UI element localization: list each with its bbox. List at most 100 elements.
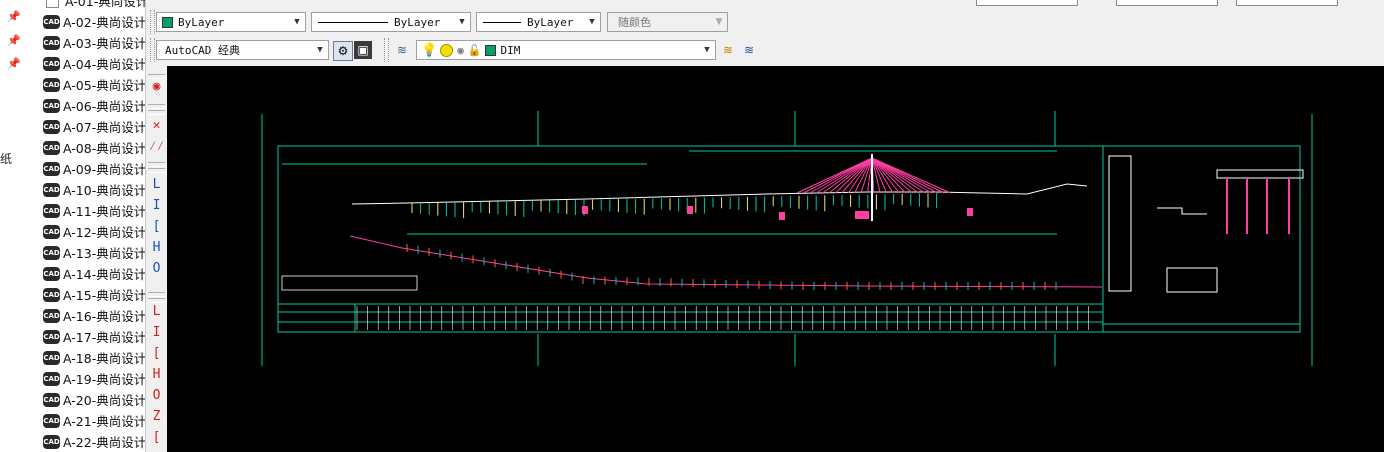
magenta-marker [779, 212, 785, 220]
line-tool-L-red-button[interactable]: L [148, 303, 165, 321]
cad-file-icon: CAD [43, 224, 60, 239]
cad-file-icon: CAD [43, 245, 60, 260]
file-list-item[interactable]: CAD A-20-典尚设计 [40, 389, 148, 410]
profile-line [349, 235, 1103, 288]
line-tool-O-button[interactable]: O [148, 260, 165, 278]
make-object-layer-current-icon[interactable]: ≋ [719, 41, 737, 59]
cad-file-icon: CAD [43, 350, 60, 365]
plot-style-control-select[interactable]: 随颜色 ▼ [607, 12, 728, 32]
pylon-base-mark [855, 211, 869, 219]
top-input-1[interactable] [976, 0, 1078, 6]
file-list-item[interactable]: CAD A-15-典尚设计 [40, 284, 148, 305]
blank-file-icon [46, 0, 59, 8]
line-tool-bracket-red-button[interactable]: [ [148, 345, 165, 363]
file-name: A-19-典尚设计 [63, 372, 147, 387]
bridge-deck-line [351, 183, 1088, 205]
file-name: A-07-典尚设计 [63, 120, 147, 135]
line-tool-H-button[interactable]: H [148, 239, 165, 257]
chevron-down-icon: ▼ [294, 17, 300, 27]
file-list-item[interactable]: CAD A-16-典尚设计 [40, 305, 148, 326]
file-name: A-22-典尚设计 [63, 435, 147, 450]
layer-control-select[interactable]: 💡 ◉ 🔓 DIM ▼ [416, 40, 716, 60]
file-list-item[interactable]: CAD A-18-典尚设计 [40, 347, 148, 368]
file-name: A-15-典尚设计 [63, 288, 147, 303]
toolbar-separator [148, 104, 165, 109]
magenta-marker [582, 206, 588, 214]
file-list-item[interactable]: CAD A-12-典尚设计 [40, 221, 148, 242]
hatch-icon[interactable]: ⁄⁄ [148, 138, 165, 156]
file-list-item[interactable]: CAD A-21-典尚设计 [40, 410, 148, 431]
file-name: A-18-典尚设计 [63, 351, 147, 366]
lineweight-control-select[interactable]: ByLayer ▼ [476, 12, 601, 32]
line-sample [483, 21, 521, 23]
layer-properties-icon[interactable]: ≋ [393, 41, 411, 59]
workspace-select[interactable]: AutoCAD 经典 ▼ [156, 40, 329, 60]
drawing-canvas[interactable] [167, 66, 1384, 452]
workspace-value: AutoCAD 经典 [165, 44, 240, 57]
file-list-item[interactable]: CAD A-04-典尚设计 [40, 53, 148, 74]
file-name: A-06-典尚设计 [63, 99, 147, 114]
cad-file-icon: CAD [43, 308, 60, 323]
line-tool-Z-red-button[interactable]: Z [148, 408, 165, 426]
line-tool-bracket-button[interactable]: [ [148, 218, 165, 236]
left-vertical-toolbar: ◉ ✕ ⁄⁄ L I[H O L I[H O Z[ [145, 66, 169, 452]
file-list-item[interactable]: CAD A-03-典尚设计 [40, 32, 148, 53]
top-input-3[interactable] [1236, 0, 1338, 6]
cad-file-icon: CAD [43, 413, 60, 428]
linetype-control-select[interactable]: ByLayer ▼ [311, 12, 471, 32]
file-name: A-10-典尚设计 [63, 183, 147, 198]
line-tool-O-red-button[interactable]: O [148, 387, 165, 405]
file-list-item[interactable]: CAD A-14-典尚设计 [40, 263, 148, 284]
clean-screen-icon[interactable]: ▣ [354, 41, 372, 59]
file-list-item[interactable]: CAD A-02-典尚设计 [40, 11, 148, 32]
workspace-settings-icon[interactable]: ⚙ [333, 41, 353, 61]
toolbar-separator [148, 292, 165, 297]
file-list-item[interactable]: A-01-典尚设计 [40, 0, 148, 11]
line-tool-L-button[interactable]: L [148, 176, 165, 194]
toolbar-separator [148, 168, 165, 173]
small-table [281, 275, 418, 291]
chevron-down-icon: ▼ [317, 45, 323, 55]
pin-icon[interactable]: 📌 [7, 57, 21, 71]
cad-file-icon: CAD [43, 35, 60, 50]
toolbar-grip[interactable] [150, 38, 155, 62]
close-icon[interactable]: ✕ [148, 117, 165, 135]
file-list-item[interactable]: CAD A-17-典尚设计 [40, 326, 148, 347]
toolbar-separator [148, 162, 165, 167]
top-input-2[interactable] [1116, 0, 1218, 6]
file-list-item[interactable]: CAD A-13-典尚设计 [40, 242, 148, 263]
color-control-select[interactable]: ByLayer ▼ [156, 12, 306, 32]
cad-file-icon: CAD [43, 77, 60, 92]
file-list-item[interactable]: CAD A-08-典尚设计 [40, 137, 148, 158]
sidebar-fragment-label[interactable]: 纸 [0, 150, 12, 167]
cad-file-icon: CAD [43, 56, 60, 71]
snap-target-icon[interactable]: ◉ [148, 78, 165, 96]
lineweight-value: ByLayer [527, 15, 574, 29]
file-list-item[interactable]: CAD A-07-典尚设计 [40, 116, 148, 137]
file-list-item[interactable]: CAD A-05-典尚设计 [40, 74, 148, 95]
file-list-item[interactable]: CAD A-11-典尚设计 [40, 200, 148, 221]
stay-cable [822, 157, 873, 194]
abutment-detail [1157, 207, 1207, 215]
file-list-item[interactable]: CAD A-06-典尚设计 [40, 95, 148, 116]
cad-file-icon: CAD [43, 287, 60, 302]
sidebar-fragment[interactable] [0, 80, 4, 94]
line-tool-I-red-button[interactable]: I [148, 324, 165, 342]
toolbar-grip[interactable] [150, 10, 155, 34]
file-name: A-13-典尚设计 [63, 246, 147, 261]
viewport-freeze-icon: ◉ [457, 43, 464, 57]
layer-previous-icon[interactable]: ≋ [740, 41, 758, 59]
cad-file-icon: CAD [43, 266, 60, 281]
file-name: A-09-典尚设计 [63, 162, 147, 177]
file-list-item[interactable]: CAD A-09-典尚设计 [40, 158, 148, 179]
chevron-down-icon: ▼ [589, 17, 595, 27]
toolbar-grip[interactable] [384, 38, 389, 62]
pin-icon[interactable]: 📌 [7, 34, 21, 48]
file-list-item[interactable]: CAD A-19-典尚设计 [40, 368, 148, 389]
file-list-item[interactable]: CAD A-22-典尚设计 [40, 431, 148, 452]
line-tool-H-red-button[interactable]: H [148, 366, 165, 384]
line-tool-bracket-red-2-button[interactable]: [ [148, 429, 165, 447]
file-list-item[interactable]: CAD A-10-典尚设计 [40, 179, 148, 200]
pin-icon[interactable]: 📌 [7, 10, 21, 24]
line-tool-I-button[interactable]: I [148, 197, 165, 215]
